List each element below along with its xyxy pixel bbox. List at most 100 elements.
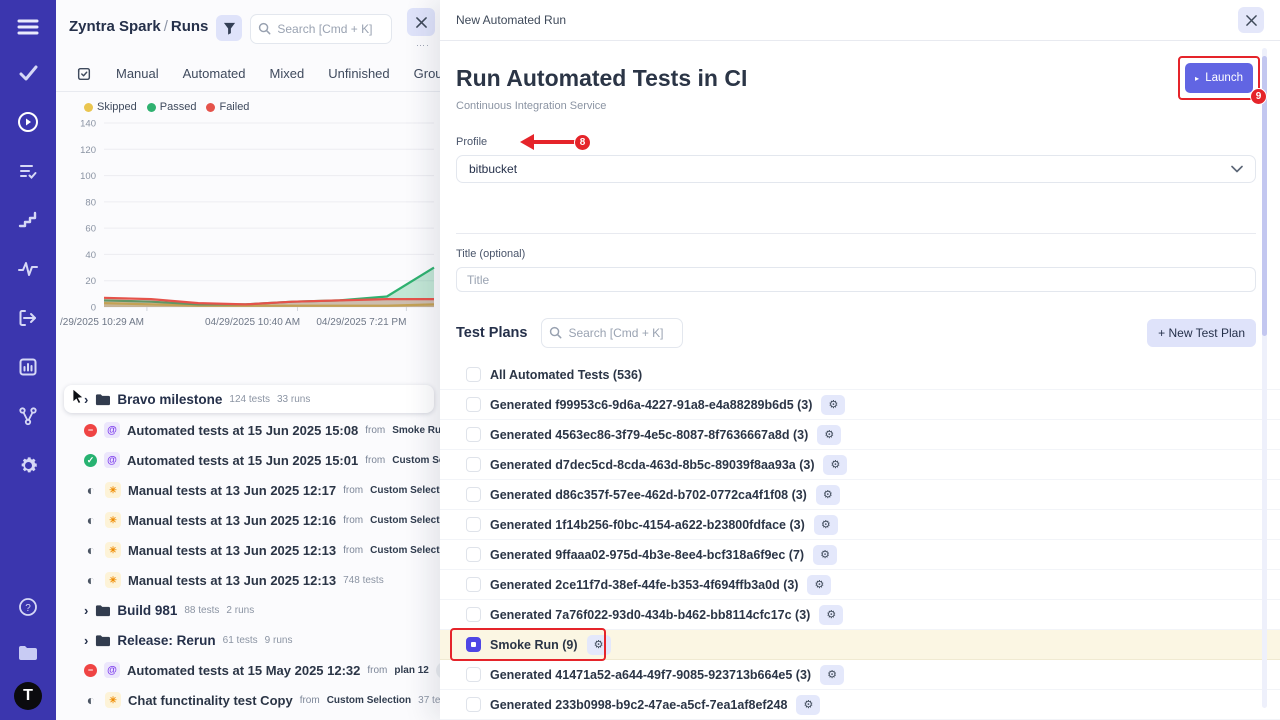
help-icon[interactable]: ? bbox=[8, 590, 48, 624]
run-row[interactable]: ◐✳Manual tests at 13 Jun 2025 12:13fromC… bbox=[56, 535, 440, 565]
test-plan-settings-button[interactable]: ⚙ bbox=[816, 485, 840, 505]
runs-play-icon[interactable] bbox=[8, 105, 48, 139]
legend-dot bbox=[206, 103, 215, 112]
test-plan-settings-button[interactable]: ⚙ bbox=[796, 695, 820, 715]
projects-folder-icon[interactable] bbox=[8, 636, 48, 670]
test-plan-row[interactable]: Generated d86c357f-57ee-462d-b702-0772ca… bbox=[440, 480, 1280, 510]
checkbox-unchecked[interactable] bbox=[466, 427, 481, 442]
test-plan-settings-button[interactable]: ⚙ bbox=[823, 455, 847, 475]
run-row[interactable]: −@Automated tests at 15 May 2025 12:32fr… bbox=[56, 655, 440, 685]
test-plan-row[interactable]: Smoke Run (9)⚙ bbox=[440, 630, 1280, 660]
checkbox-unchecked[interactable] bbox=[466, 367, 481, 382]
gear-icon: ⚙ bbox=[831, 458, 841, 471]
tab-mixed[interactable]: Mixed bbox=[270, 66, 305, 81]
menu-icon[interactable] bbox=[8, 10, 48, 44]
chevron-right-icon[interactable]: › bbox=[84, 633, 88, 648]
test-plan-settings-button[interactable]: ⚙ bbox=[820, 665, 844, 685]
checkbox-unchecked[interactable] bbox=[466, 487, 481, 502]
test-plans-search-input[interactable] bbox=[541, 318, 683, 348]
run-title: Manual tests at 13 Jun 2025 12:17 bbox=[128, 483, 336, 498]
test-plan-label: All Automated Tests (536) bbox=[490, 368, 642, 382]
test-plan-settings-button[interactable]: ⚙ bbox=[813, 545, 837, 565]
select-runs-icon[interactable] bbox=[76, 66, 92, 82]
gear-icon: ⚙ bbox=[594, 638, 604, 651]
tab-manual[interactable]: Manual bbox=[116, 66, 159, 81]
test-plan-settings-button[interactable]: ⚙ bbox=[819, 605, 843, 625]
test-plans-icon[interactable] bbox=[8, 154, 48, 188]
play-icon: ▸ bbox=[1195, 74, 1199, 83]
test-plan-settings-button[interactable]: ⚙ bbox=[814, 515, 838, 535]
tab-unfinished[interactable]: Unfinished bbox=[328, 66, 389, 81]
svg-text:60: 60 bbox=[85, 224, 96, 235]
test-plans-bar: Test Plans + New Test Plan bbox=[456, 318, 1256, 348]
new-test-plan-button[interactable]: + New Test Plan bbox=[1147, 319, 1256, 347]
checkbox-unchecked[interactable] bbox=[466, 397, 481, 412]
checkbox-unchecked[interactable] bbox=[466, 607, 481, 622]
test-plan-settings-button[interactable]: ⚙ bbox=[807, 575, 831, 595]
run-row[interactable]: ✓@Automated tests at 15 Jun 2025 15:01fr… bbox=[56, 445, 440, 475]
test-plan-label: Generated 41471a52-a644-49f7-9085-923713… bbox=[490, 668, 811, 682]
checkbox-unchecked[interactable] bbox=[466, 697, 481, 712]
test-plan-label: Generated f99953c6-9d6a-4227-91a8-e4a882… bbox=[490, 398, 812, 412]
run-row[interactable]: −@Automated tests at 15 Jun 2025 15:08fr… bbox=[56, 415, 440, 445]
import-icon[interactable] bbox=[8, 301, 48, 335]
run-row[interactable]: ◐✳Manual tests at 13 Jun 2025 12:13748 t… bbox=[56, 565, 440, 595]
test-plan-row[interactable]: Generated 233b0998-b9c2-47ae-a5cf-7ea1af… bbox=[440, 690, 1280, 720]
breadcrumb-project[interactable]: Zyntra Spark bbox=[69, 18, 161, 35]
run-title: Automated tests at 15 May 2025 12:32 bbox=[127, 663, 360, 678]
settings-gear-icon[interactable] bbox=[8, 448, 48, 482]
run-group-row[interactable]: ›Build 98188 tests2 runs bbox=[56, 595, 440, 625]
test-plan-row[interactable]: All Automated Tests (536) bbox=[440, 360, 1280, 390]
run-group-row[interactable]: ›Release: Rerun61 tests9 runs bbox=[56, 625, 440, 655]
svg-text:04/29/2025 10:40 AM: 04/29/2025 10:40 AM bbox=[205, 317, 300, 328]
test-plan-row[interactable]: Generated 1f14b256-f0bc-4154-a622-b23800… bbox=[440, 510, 1280, 540]
chevron-right-icon[interactable]: › bbox=[84, 603, 88, 618]
run-row[interactable]: ◐✳Chat functinality test CopyfromCustom … bbox=[56, 685, 440, 715]
checkbox-unchecked[interactable] bbox=[466, 667, 481, 682]
test-plan-row[interactable]: Generated 7a76f022-93d0-434b-b462-bb8114… bbox=[440, 600, 1280, 630]
test-plan-row[interactable]: Generated f99953c6-9d6a-4227-91a8-e4a882… bbox=[440, 390, 1280, 420]
branch-tags-icon[interactable] bbox=[8, 399, 48, 433]
checkbox-checked[interactable] bbox=[466, 637, 481, 652]
checkbox-unchecked[interactable] bbox=[466, 577, 481, 592]
drawer-close-button[interactable] bbox=[1238, 7, 1264, 33]
pulse-icon[interactable] bbox=[8, 252, 48, 286]
filter-button[interactable] bbox=[216, 15, 242, 41]
checkbox-unchecked[interactable] bbox=[466, 547, 481, 562]
test-plan-row[interactable]: Generated 2ce11f7d-38ef-44fe-b353-4f694f… bbox=[440, 570, 1280, 600]
run-row[interactable]: ◐✳Manual tests at 13 Jun 2025 12:17fromC… bbox=[56, 475, 440, 505]
run-row[interactable]: ◐✳Manual tests at 13 Jun 2025 12:16fromC… bbox=[56, 505, 440, 535]
run-group-row[interactable]: ›Bravo milestone124 tests33 runs bbox=[64, 385, 434, 413]
launch-button[interactable]: ▸ Launch bbox=[1185, 63, 1253, 93]
test-plan-settings-button[interactable]: ⚙ bbox=[817, 425, 841, 445]
breadcrumb-separator: / bbox=[161, 18, 171, 35]
checkbox-unchecked[interactable] bbox=[466, 517, 481, 532]
panel-close-button[interactable] bbox=[407, 8, 435, 36]
test-plan-row[interactable]: Generated 9ffaaa02-975d-4b3e-8ee4-bcf318… bbox=[440, 540, 1280, 570]
run-source: Custom Selection bbox=[370, 545, 440, 556]
group-runs-count: 2 runs bbox=[226, 605, 254, 616]
status-progress-icon: ◐ bbox=[84, 513, 98, 527]
title-input[interactable] bbox=[456, 267, 1256, 292]
milestones-steps-icon[interactable] bbox=[8, 203, 48, 237]
test-plan-row[interactable]: Generated 41471a52-a644-49f7-9085-923713… bbox=[440, 660, 1280, 690]
test-plan-settings-button[interactable]: ⚙ bbox=[821, 395, 845, 415]
app-logo[interactable]: T bbox=[14, 682, 42, 710]
test-plan-row[interactable]: Generated d7dec5cd-8cda-463d-8b5c-89039f… bbox=[440, 450, 1280, 480]
run-title: Manual tests at 13 Jun 2025 12:13 bbox=[128, 573, 336, 588]
annotation-step-8: 8 bbox=[575, 135, 590, 150]
checkbox-unchecked[interactable] bbox=[466, 457, 481, 472]
sidebar: ? T bbox=[0, 0, 56, 720]
legend-dot bbox=[84, 103, 93, 112]
test-plan-label: Generated 2ce11f7d-38ef-44fe-b353-4f694f… bbox=[490, 578, 798, 592]
tests-check-icon[interactable] bbox=[8, 56, 48, 90]
runs-search-input[interactable] bbox=[250, 14, 392, 44]
status-failed-icon: − bbox=[84, 664, 97, 677]
folder-icon bbox=[95, 393, 110, 406]
tab-automated[interactable]: Automated bbox=[183, 66, 246, 81]
analytics-icon[interactable] bbox=[8, 350, 48, 384]
svg-text:/29/2025 10:29 AM: /29/2025 10:29 AM bbox=[60, 317, 144, 328]
test-plan-settings-button[interactable]: ⚙ bbox=[587, 635, 611, 655]
test-plan-row[interactable]: Generated 4563ec86-3f79-4e5c-8087-8f7636… bbox=[440, 420, 1280, 450]
profile-select[interactable]: bitbucket bbox=[456, 155, 1256, 183]
